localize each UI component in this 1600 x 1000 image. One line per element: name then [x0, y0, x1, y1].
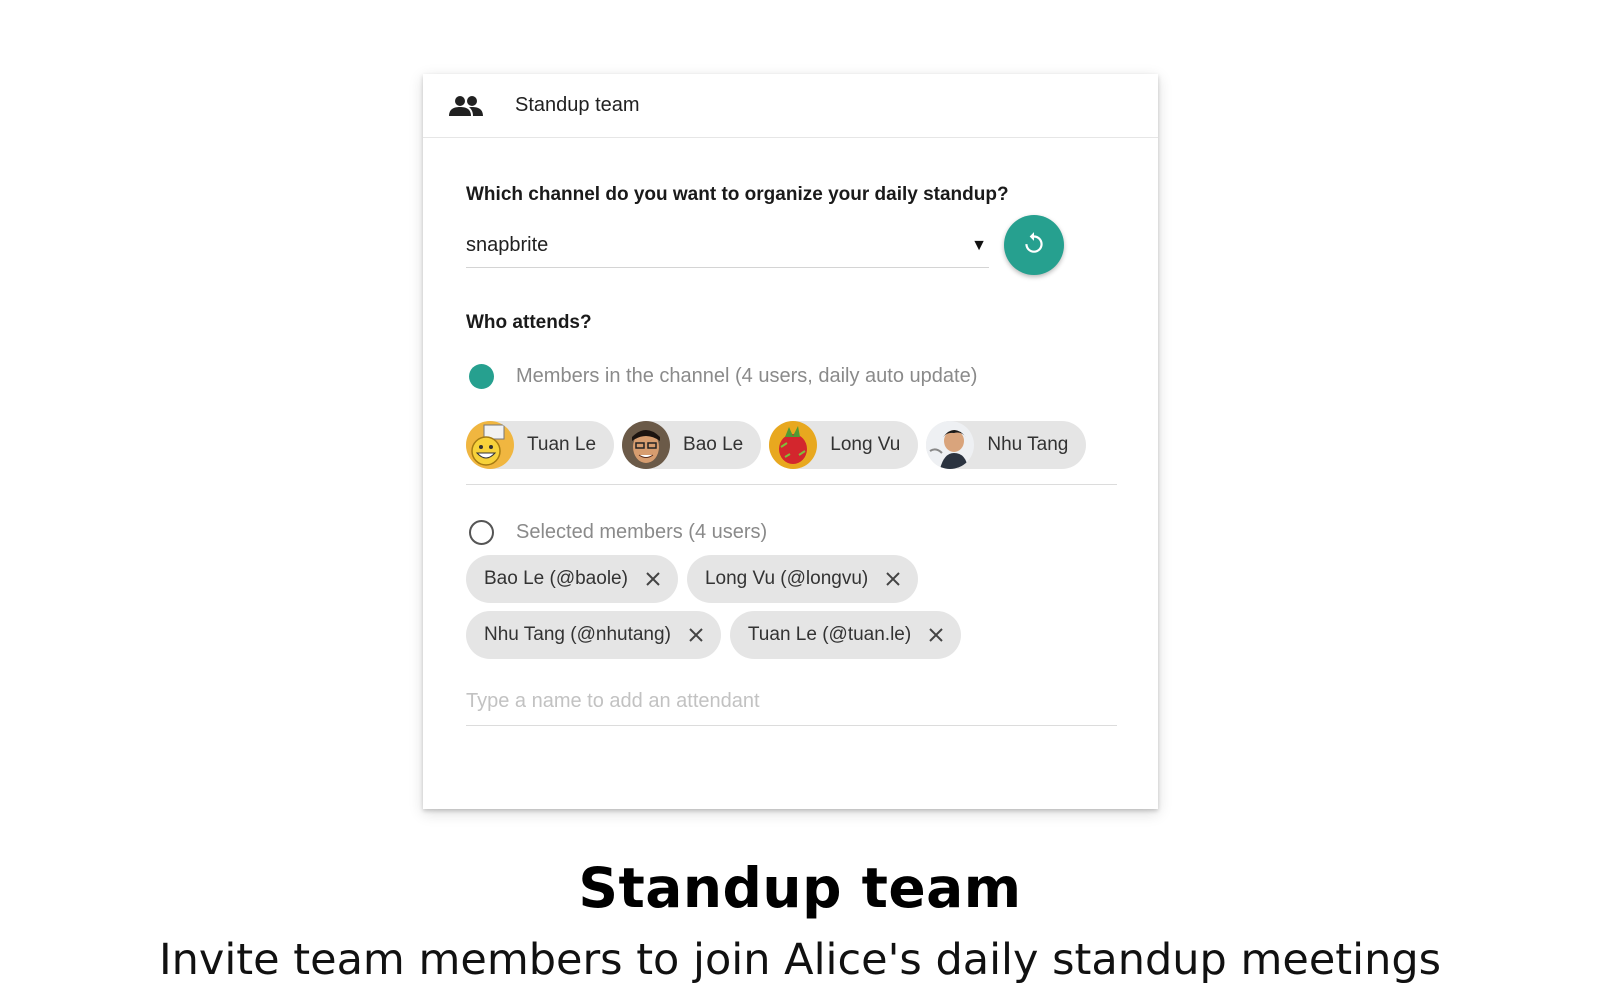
- radio-checked-icon[interactable]: [469, 364, 494, 389]
- dropdown-arrow-icon[interactable]: ▼: [971, 237, 987, 255]
- close-icon[interactable]: [644, 570, 662, 588]
- radio-selected-members[interactable]: Selected members (4 users): [469, 520, 767, 545]
- close-icon[interactable]: [687, 626, 705, 644]
- member-name: Nhu Tang: [987, 434, 1069, 455]
- member-chip: Bao Le: [622, 421, 762, 469]
- radio-channel-members[interactable]: Members in the channel (4 users, daily a…: [469, 364, 977, 389]
- avatar: [926, 421, 975, 469]
- card-header: Standup team: [423, 74, 1158, 138]
- caption-subtitle: Invite team members to join Alice's dail…: [158, 935, 1442, 985]
- refresh-icon: [1021, 230, 1047, 261]
- avatar: [622, 421, 671, 469]
- close-icon[interactable]: [927, 626, 945, 644]
- avatar: [769, 421, 818, 469]
- radio-selected-members-label: Selected members (4 users): [516, 521, 768, 543]
- group-icon: [449, 94, 483, 118]
- caption-title: Standup team: [578, 856, 1022, 920]
- member-name: Tuan Le: [527, 434, 597, 455]
- selected-member-label: Bao Le (@baole): [484, 568, 628, 589]
- add-attendant-input[interactable]: [466, 678, 1117, 726]
- member-name: Bao Le: [683, 434, 744, 455]
- channel-select[interactable]: snapbrite ▼: [466, 224, 989, 268]
- selected-member-label: Long Vu (@longvu): [704, 568, 869, 589]
- avatar: [466, 421, 514, 469]
- selected-member-chip: Bao Le (@baole): [466, 555, 678, 603]
- channel-member-chips: Tuan Le Bao Le Long Vu Nhu Tang: [466, 421, 1117, 485]
- member-chip: Nhu Tang: [926, 421, 1087, 469]
- radio-unchecked-icon[interactable]: [469, 520, 494, 545]
- selected-member-chips: Bao Le (@baole) Long Vu (@longvu) Nhu Ta…: [466, 555, 1117, 659]
- radio-channel-members-label: Members in the channel (4 users, daily a…: [516, 365, 978, 387]
- selected-member-label: Tuan Le (@tuan.le): [747, 624, 912, 645]
- selected-member-chip: Long Vu (@longvu): [686, 555, 919, 603]
- selected-member-chip: Tuan Le (@tuan.le): [729, 611, 962, 659]
- refresh-button[interactable]: [1004, 215, 1064, 275]
- selected-member-label: Nhu Tang (@nhutang): [484, 624, 671, 645]
- member-chip: Tuan Le: [466, 421, 615, 469]
- selected-member-chip: Nhu Tang (@nhutang): [466, 611, 721, 659]
- channel-select-value: snapbrite: [466, 234, 549, 256]
- channel-question: Which channel do you want to organize yo…: [466, 184, 1009, 205]
- card-title: Standup team: [515, 94, 640, 116]
- member-name: Long Vu: [830, 434, 901, 455]
- standup-team-card: Standup team Which channel do you want t…: [423, 74, 1158, 809]
- attendees-question: Who attends?: [466, 312, 592, 333]
- member-chip: Long Vu: [769, 421, 919, 469]
- close-icon[interactable]: [884, 570, 902, 588]
